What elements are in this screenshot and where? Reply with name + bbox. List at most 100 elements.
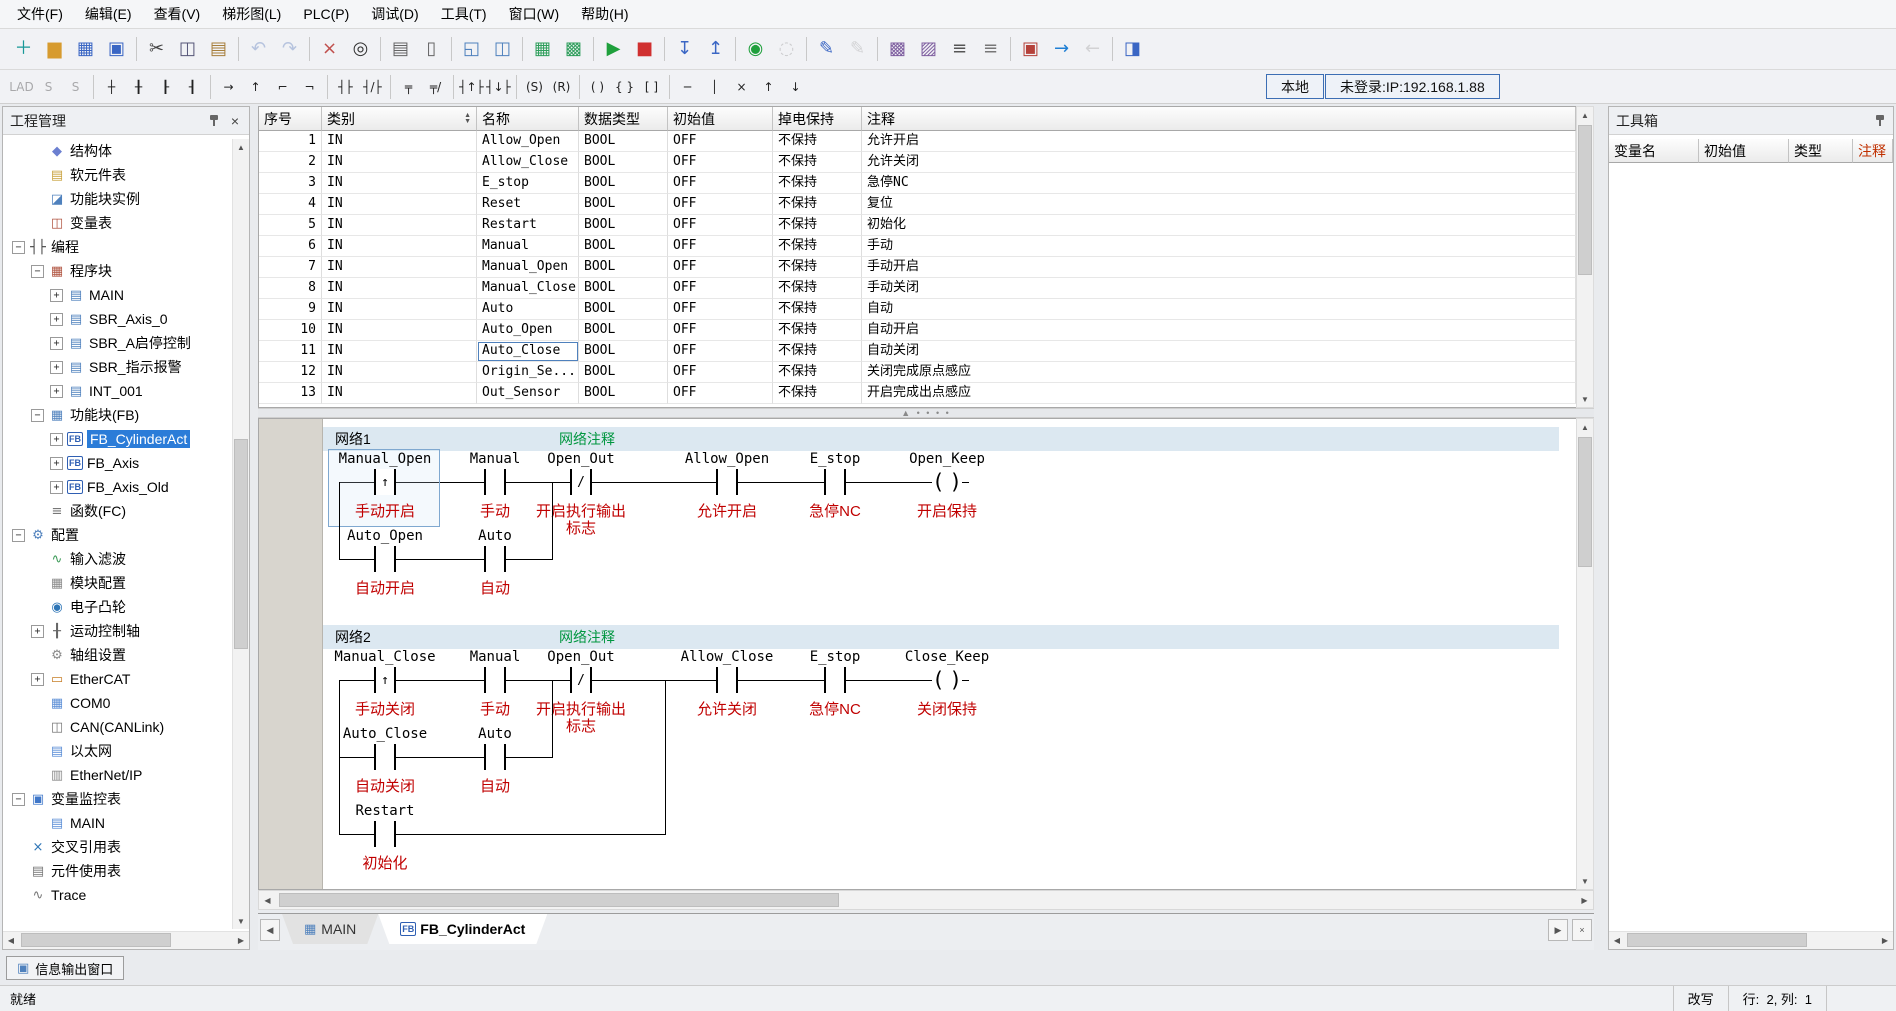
project-tree-hscrollbar[interactable]: ◀ ▶ bbox=[3, 931, 249, 949]
tree-item-sbr-start-stop[interactable]: +▤SBR_A启停控制 bbox=[4, 331, 231, 355]
copy-button[interactable]: ◫ bbox=[172, 34, 203, 65]
ladder-hscrollbar[interactable]: ◀ ▶ bbox=[258, 890, 1594, 910]
contact-manual_open[interactable]: ↑ bbox=[374, 469, 396, 495]
contact-auto[interactable] bbox=[484, 744, 506, 770]
table-row-1[interactable]: 1INAllow_OpenBOOLOFF不保持允许开启 bbox=[259, 131, 1576, 152]
rising-edge-button[interactable]: ↑ bbox=[755, 74, 782, 99]
menu-item-7[interactable]: 窗口(W) bbox=[498, 0, 571, 28]
column-header-category[interactable]: 类别▲ ▼ bbox=[322, 107, 477, 131]
login-status-button[interactable]: 未登录:IP:192.168.1.88 bbox=[1325, 74, 1500, 99]
expand-icon[interactable]: + bbox=[50, 337, 63, 350]
contact-manual_close[interactable]: ↑ bbox=[374, 667, 396, 693]
tree-item-input-filter[interactable]: ∿输入滤波 bbox=[4, 547, 231, 571]
set-coil-button[interactable]: (S) bbox=[521, 74, 548, 99]
tree-item-int-001[interactable]: +▤INT_001 bbox=[4, 379, 231, 403]
info-output-button[interactable]: ▣ 信息输出窗口 bbox=[6, 956, 124, 980]
run-button[interactable]: ▶ bbox=[598, 34, 629, 65]
falling-contact-button[interactable]: ┤↓├ bbox=[485, 74, 512, 99]
scroll-left-button[interactable]: ◀ bbox=[3, 932, 19, 948]
toolbox-column-init-value[interactable]: 初始值 bbox=[1699, 139, 1789, 163]
ladder-scrollbar[interactable]: ▲ ▼ bbox=[1576, 418, 1594, 890]
project-tree-scrollbar[interactable]: ▲ ▼ bbox=[232, 139, 249, 929]
contact-allow_close[interactable] bbox=[716, 667, 738, 693]
contact-open_out[interactable]: / bbox=[570, 469, 592, 495]
table-row-5[interactable]: 5INRestartBOOLOFF不保持初始化 bbox=[259, 215, 1576, 236]
tree-item-main[interactable]: +▤MAIN bbox=[4, 283, 231, 307]
collapse-icon[interactable]: − bbox=[12, 793, 25, 806]
contact-manual[interactable] bbox=[484, 469, 506, 495]
tree-item-fb-axis[interactable]: +FBFB_Axis bbox=[4, 451, 231, 475]
find-button[interactable]: ◎ bbox=[345, 34, 376, 65]
tab-fb-cylinderact[interactable]: FBFB_CylinderAct bbox=[378, 914, 547, 944]
table-row-11[interactable]: 11INAuto_CloseBOOLOFF不保持自动关闭 bbox=[259, 341, 1576, 362]
coil-close_keep-name[interactable]: Close_Keep bbox=[877, 649, 1017, 665]
tree-item-motion-axis[interactable]: +╂运动控制轴 bbox=[4, 619, 231, 643]
collapse-icon[interactable]: − bbox=[31, 409, 44, 422]
parallel-no-contact-button[interactable]: ╤ bbox=[395, 74, 422, 99]
pin-icon[interactable] bbox=[208, 114, 220, 127]
expand-icon[interactable]: + bbox=[50, 289, 63, 302]
scroll-down-button[interactable]: ▼ bbox=[1577, 873, 1593, 889]
output-window-button[interactable]: ◨ bbox=[1117, 34, 1148, 65]
local-mode-button[interactable]: 本地 bbox=[1266, 74, 1324, 99]
comment-display-button[interactable]: ≡ bbox=[944, 34, 975, 65]
collapse-icon[interactable]: − bbox=[12, 241, 25, 254]
scroll-up-button[interactable]: ▲ bbox=[1577, 107, 1593, 123]
expand-icon[interactable]: + bbox=[50, 481, 63, 494]
tree-item-device-table[interactable]: ▤软元件表 bbox=[4, 163, 231, 187]
tree-item-module-config[interactable]: ▦模块配置 bbox=[4, 571, 231, 595]
insert-cell-button[interactable]: ╂ bbox=[125, 74, 152, 99]
scroll-thumb[interactable] bbox=[21, 933, 171, 947]
pin-icon[interactable] bbox=[1874, 114, 1886, 127]
scroll-thumb[interactable] bbox=[1578, 125, 1592, 275]
contact-auto_close[interactable] bbox=[374, 744, 396, 770]
toolbox-column-comment[interactable]: 注释 bbox=[1853, 139, 1893, 163]
network-header[interactable]: 网络2网络注释 bbox=[323, 625, 1559, 649]
scroll-right-button[interactable]: ▶ bbox=[233, 932, 249, 948]
scroll-left-button[interactable]: ◀ bbox=[259, 891, 276, 909]
expand-icon[interactable]: + bbox=[50, 361, 63, 374]
function-block-button[interactable]: [ ] bbox=[638, 74, 665, 99]
menu-item-1[interactable]: 编辑(E) bbox=[74, 0, 143, 28]
tab-scroll-left-button[interactable]: ◀ bbox=[260, 919, 280, 941]
expand-icon[interactable]: + bbox=[50, 385, 63, 398]
toolbox-column-type[interactable]: 类型 bbox=[1789, 139, 1853, 163]
cut-button[interactable]: ✂ bbox=[141, 34, 172, 65]
table-row-2[interactable]: 2INAllow_CloseBOOLOFF不保持允许关闭 bbox=[259, 152, 1576, 173]
coil-open_keep-name[interactable]: Open_Keep bbox=[877, 451, 1017, 467]
tree-item-programming[interactable]: −┤├编程 bbox=[4, 235, 231, 259]
collapse-icon[interactable]: − bbox=[12, 529, 25, 542]
tree-item-fb-axis-old[interactable]: +FBFB_Axis_Old bbox=[4, 475, 231, 499]
contact-e_stop[interactable] bbox=[824, 667, 846, 693]
tree-item-watch-main[interactable]: ▤MAIN bbox=[4, 811, 231, 835]
append-row-button[interactable]: ┠ bbox=[152, 74, 179, 99]
v-line-button[interactable]: │ bbox=[701, 74, 728, 99]
tree-item-var-table[interactable]: ◫变量表 bbox=[4, 211, 231, 235]
h-line-button[interactable]: ─ bbox=[674, 74, 701, 99]
falling-edge-button[interactable]: ↓ bbox=[782, 74, 809, 99]
print-preview-button[interactable]: ▯ bbox=[416, 34, 447, 65]
tree-item-watch-tables[interactable]: −▣变量监控表 bbox=[4, 787, 231, 811]
tree-item-axis-group[interactable]: ⚙轴组设置 bbox=[4, 643, 231, 667]
table-row-8[interactable]: 8INManual_CloseBOOLOFF不保持手动关闭 bbox=[259, 278, 1576, 299]
tree-item-fc-folder[interactable]: ≡函数(FC) bbox=[4, 499, 231, 523]
sort-arrows-icon[interactable]: ▲ ▼ bbox=[464, 113, 471, 125]
scroll-left-button[interactable]: ◀ bbox=[1609, 932, 1625, 948]
contact-open_out-name[interactable]: Open_Out bbox=[511, 649, 651, 665]
download-button[interactable]: ↧ bbox=[669, 34, 700, 65]
column-header-data_type[interactable]: 数据类型 bbox=[579, 107, 668, 131]
table-row-12[interactable]: 12INOrigin_Se...BOOLOFF不保持关闭完成原点感应 bbox=[259, 362, 1576, 383]
ladder-canvas[interactable]: 网络1网络注释Manual_Open↑手动开启Manual手动Open_Out/… bbox=[259, 419, 1576, 889]
no-contact-button[interactable]: ┤├ bbox=[332, 74, 359, 99]
upload-button[interactable]: ↥ bbox=[700, 34, 731, 65]
scroll-thumb[interactable] bbox=[234, 439, 248, 649]
new-file-button[interactable]: ＋ bbox=[8, 34, 39, 65]
toolbox-hscrollbar[interactable]: ◀ ▶ bbox=[1609, 931, 1893, 949]
tab-close-button[interactable]: × bbox=[1572, 919, 1592, 941]
expand-icon[interactable]: + bbox=[31, 625, 44, 638]
save-button[interactable]: ▦ bbox=[70, 34, 101, 65]
paste-button[interactable]: ▤ bbox=[203, 34, 234, 65]
inline-block-button[interactable]: { } bbox=[611, 74, 638, 99]
close-icon[interactable]: × bbox=[228, 113, 242, 129]
coil-close_keep[interactable]: () bbox=[932, 667, 962, 693]
